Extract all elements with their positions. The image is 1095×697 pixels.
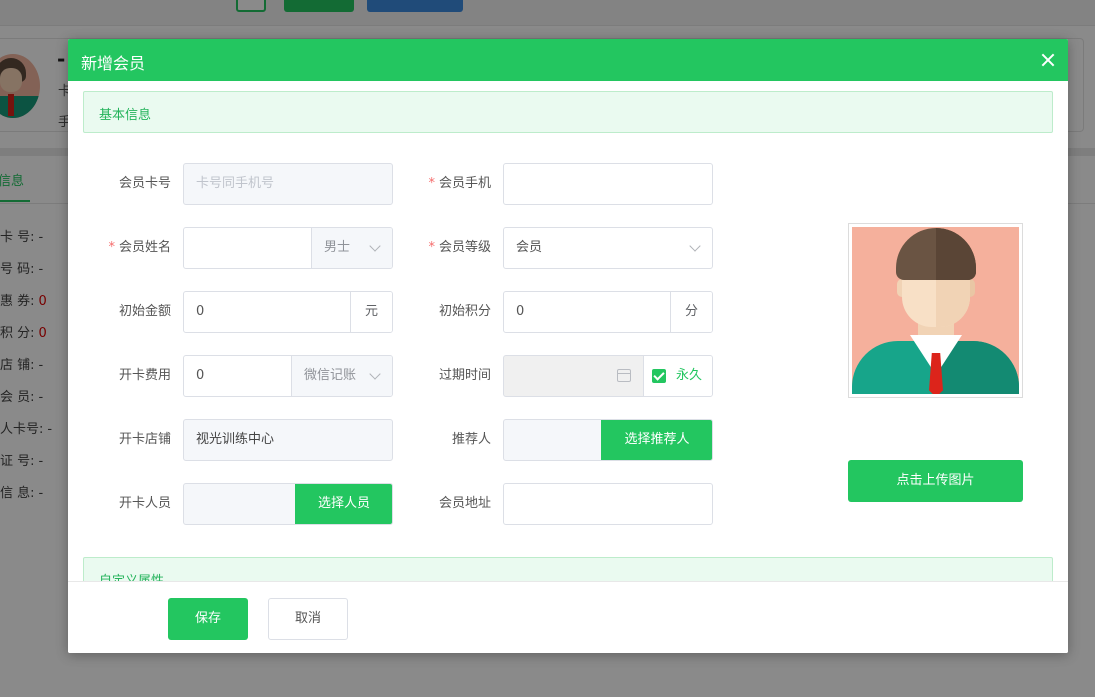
section-title: 自定义属性 bbox=[99, 570, 164, 581]
select-staff-button[interactable]: 选择人员 bbox=[295, 484, 392, 524]
upload-image-button[interactable]: 点击上传图片 bbox=[848, 460, 1023, 502]
member-photo bbox=[848, 223, 1023, 398]
avatar-image bbox=[852, 227, 1019, 394]
close-icon[interactable] bbox=[1038, 50, 1058, 70]
name-input[interactable]: 男士 bbox=[183, 227, 393, 269]
expire-label: 过期时间 bbox=[438, 368, 491, 383]
gender-select[interactable]: 男士 bbox=[311, 228, 392, 268]
card-no-label: 会员卡号 bbox=[118, 176, 171, 191]
staff-label: 开卡人员 bbox=[118, 496, 171, 511]
calendar-icon bbox=[617, 369, 631, 382]
forever-checkbox[interactable] bbox=[652, 369, 666, 383]
referrer-input[interactable]: 选择推荐人 bbox=[503, 419, 713, 461]
select-referrer-button[interactable]: 选择推荐人 bbox=[601, 420, 712, 460]
level-label: * 会员等级 bbox=[428, 240, 491, 255]
forever-label: 永久 bbox=[676, 368, 703, 383]
dialog-header: 新增会员 bbox=[68, 39, 1068, 81]
init-amount-label: 初始金额 bbox=[118, 304, 171, 319]
init-points-input[interactable]: 0 分 bbox=[503, 291, 713, 333]
cancel-button[interactable]: 取消 bbox=[268, 598, 348, 640]
payment-method-select[interactable]: 微信记账 bbox=[291, 356, 392, 396]
name-label: * 会员姓名 bbox=[108, 240, 171, 255]
card-no-input[interactable]: 卡号同手机号 bbox=[183, 163, 393, 205]
init-amount-input[interactable]: 0 元 bbox=[183, 291, 393, 333]
address-input[interactable] bbox=[503, 483, 713, 525]
add-member-dialog: 新增会员 基本信息 会员卡号 卡号同手机号 * 会员手机 * 会员姓名 男士 * 会员… bbox=[68, 39, 1068, 653]
card-fee-label: 开卡费用 bbox=[118, 368, 171, 383]
section-title: 基本信息 bbox=[99, 108, 152, 123]
phone-label: * 会员手机 bbox=[428, 176, 491, 191]
chevron-down-icon bbox=[369, 368, 381, 380]
expire-date-input[interactable]: 永久 bbox=[503, 355, 713, 397]
forever-checkbox-wrap[interactable]: 永久 bbox=[643, 356, 712, 396]
section-basic-info: 基本信息 bbox=[83, 91, 1053, 133]
level-select[interactable]: 会员 bbox=[503, 227, 713, 269]
amount-unit: 元 bbox=[350, 292, 392, 332]
section-custom-attributes: 自定义属性 bbox=[83, 557, 1053, 581]
staff-input[interactable]: 选择人员 bbox=[183, 483, 393, 525]
store-label: 开卡店铺 bbox=[118, 432, 171, 447]
card-fee-input[interactable]: 0 微信记账 bbox=[183, 355, 393, 397]
save-button[interactable]: 保存 bbox=[168, 598, 248, 640]
points-unit: 分 bbox=[670, 292, 712, 332]
chevron-down-icon bbox=[369, 240, 381, 252]
phone-input[interactable] bbox=[503, 163, 713, 205]
store-input[interactable]: 视光训练中心 bbox=[183, 419, 393, 461]
chevron-down-icon bbox=[689, 240, 701, 252]
address-label: 会员地址 bbox=[438, 496, 491, 511]
dialog-footer: 保存 取消 bbox=[68, 581, 1068, 653]
dialog-body: 基本信息 会员卡号 卡号同手机号 * 会员手机 * 会员姓名 男士 * 会员等级 会员… bbox=[68, 81, 1068, 581]
dialog-title: 新增会员 bbox=[81, 54, 146, 73]
referrer-label: 推荐人 bbox=[451, 432, 491, 447]
init-points-label: 初始积分 bbox=[438, 304, 491, 319]
